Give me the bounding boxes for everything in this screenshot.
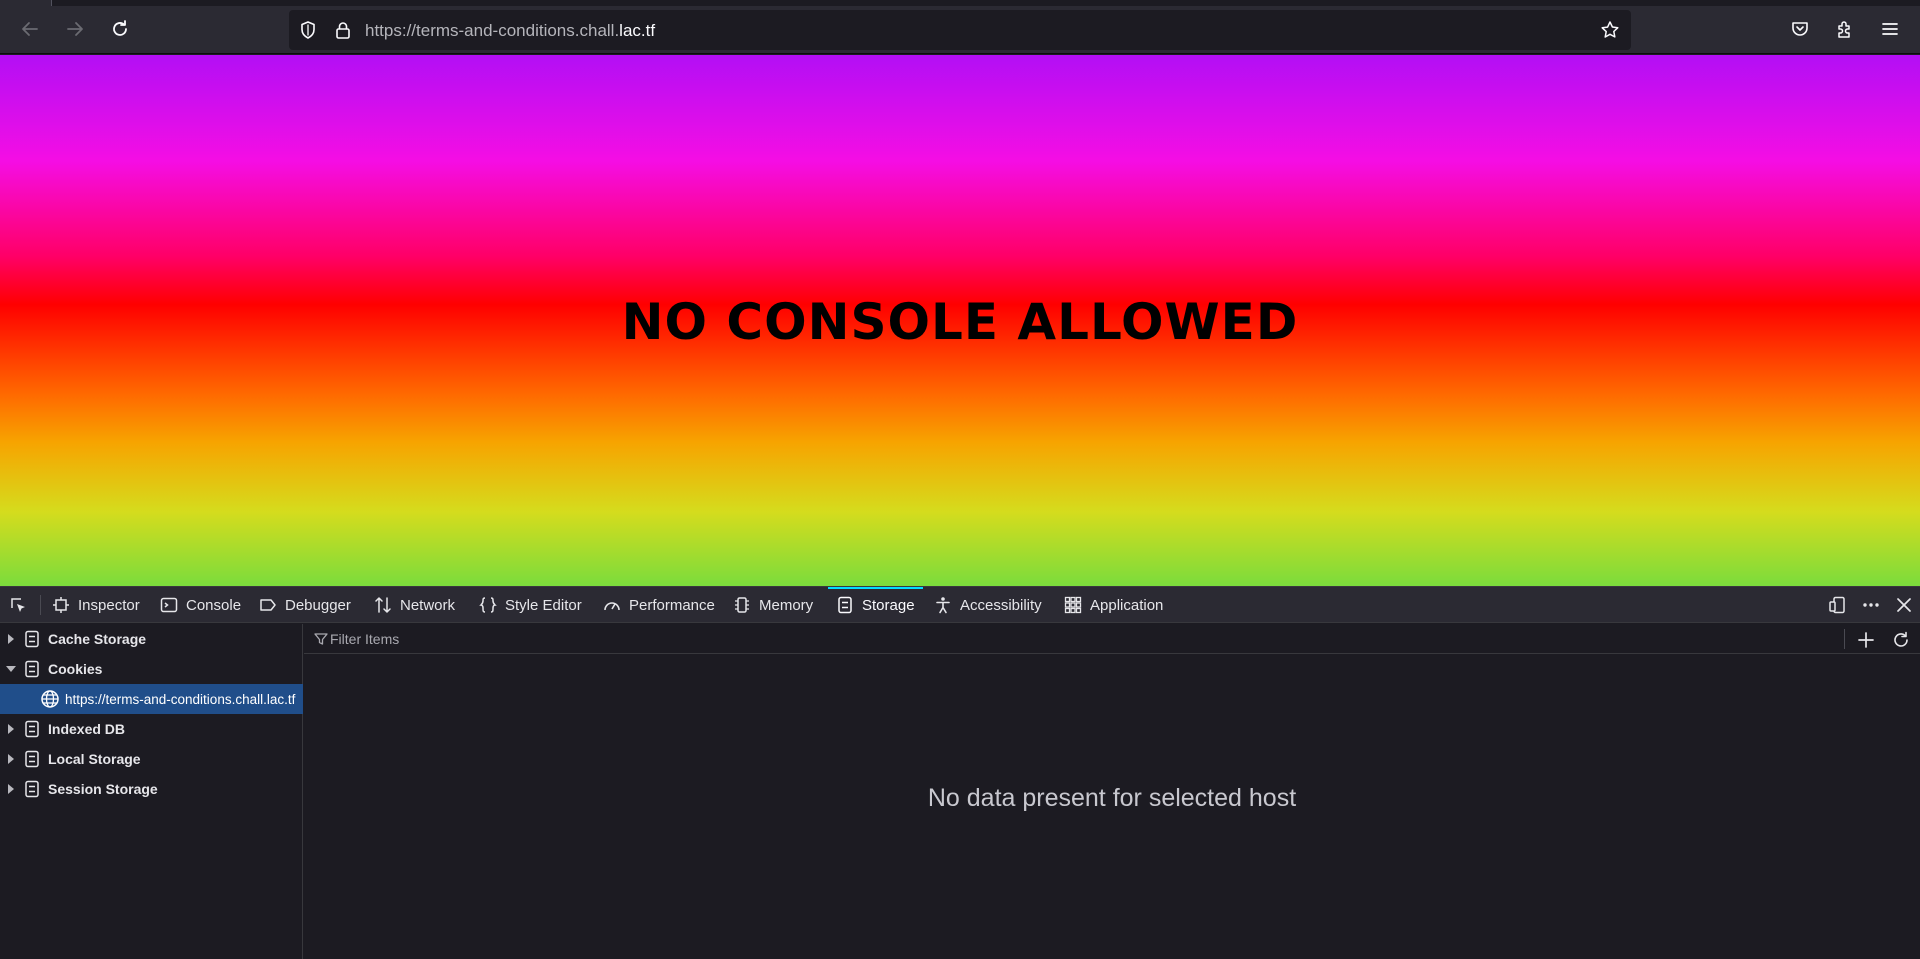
network-icon <box>375 597 391 613</box>
tab-style-editor[interactable]: Style Editor <box>479 587 582 623</box>
add-item-button[interactable] <box>1855 629 1877 651</box>
tab-console-label: Console <box>186 596 242 614</box>
tree-item-cookie-host[interactable]: https://terms-and-conditions.chall.lac.t… <box>0 684 303 714</box>
toolbar-separator <box>40 595 41 615</box>
memory-icon <box>735 597 749 613</box>
url-prefix: https://terms-and-conditions.chall. <box>365 21 620 40</box>
globe-icon <box>41 690 59 708</box>
shield-icon[interactable] <box>297 19 319 41</box>
tab-memory-label: Memory <box>759 596 814 614</box>
tree-item-label: Cache Storage <box>48 631 147 647</box>
more-options-icon <box>1863 603 1879 607</box>
tree-item-cookies[interactable]: Cookies <box>0 654 303 684</box>
tab-style-editor-label: Style Editor <box>505 596 582 614</box>
style-editor-icon <box>479 597 497 613</box>
devtools-tab-bar: Inspector Console Debugger Network Style… <box>0 587 1920 623</box>
tab-debugger[interactable]: Debugger <box>259 587 351 623</box>
tree-item-cache-storage[interactable]: Cache Storage <box>0 624 303 654</box>
tree-item-local-storage[interactable]: Local Storage <box>0 744 303 774</box>
extensions-icon <box>1838 21 1850 38</box>
lock-icon[interactable] <box>332 19 354 41</box>
storage-icon <box>25 720 39 738</box>
tree-item-label: Indexed DB <box>48 721 126 737</box>
chevron-down-icon[interactable] <box>6 664 16 674</box>
tab-application-label: Application <box>1090 596 1164 614</box>
storage-main-panel: No data present for selected host <box>304 624 1920 959</box>
pocket-button[interactable] <box>1784 13 1816 45</box>
element-picker-icon <box>11 598 25 612</box>
tab-network-label: Network <box>400 596 456 614</box>
tab-console[interactable]: Console <box>160 587 241 623</box>
browser-toolbar: https://terms-and-conditions.chall.lac.t… <box>0 6 1920 54</box>
console-icon <box>160 597 178 613</box>
menu-icon <box>1882 23 1898 35</box>
storage-icon <box>25 630 39 648</box>
reload-button[interactable] <box>104 13 136 45</box>
url-text[interactable]: https://terms-and-conditions.chall.lac.t… <box>365 21 655 41</box>
filter-items-input[interactable] <box>330 628 1830 650</box>
close-devtools-button[interactable] <box>1889 587 1919 623</box>
address-bar[interactable]: https://terms-and-conditions.chall.lac.t… <box>289 10 1631 50</box>
tree-item-label: Session Storage <box>48 781 158 797</box>
page-heading: NO CONSOLE ALLOWED <box>621 293 1299 351</box>
tab-accessibility[interactable]: Accessibility <box>934 587 1042 623</box>
storage-icon <box>25 780 39 798</box>
plus-icon <box>1858 632 1874 648</box>
chevron-right-icon[interactable] <box>6 724 16 734</box>
performance-icon <box>604 602 620 611</box>
chevron-right-icon[interactable] <box>6 634 16 644</box>
tab-debugger-label: Debugger <box>285 596 351 614</box>
storage-icon <box>25 750 39 768</box>
storage-sidebar: Cache Storage Cookies https://terms-and-… <box>0 624 303 959</box>
reload-icon <box>1894 631 1908 647</box>
tab-accessibility-label: Accessibility <box>960 596 1042 614</box>
chevron-right-icon[interactable] <box>6 784 16 794</box>
tab-storage[interactable]: Storage <box>828 587 923 623</box>
filter-bar <box>304 624 1920 654</box>
storage-icon <box>838 596 852 614</box>
chevron-right-icon[interactable] <box>6 754 16 764</box>
refresh-items-button[interactable] <box>1890 629 1912 651</box>
web-page-content: NO CONSOLE ALLOWED <box>0 55 1920 586</box>
tab-network[interactable]: Network <box>374 587 455 623</box>
empty-state-message: No data present for selected host <box>927 784 1297 812</box>
close-icon <box>1897 598 1911 612</box>
extensions-button[interactable] <box>1829 13 1861 45</box>
element-picker-button[interactable] <box>9 587 27 623</box>
filter-separator <box>1844 629 1845 649</box>
tab-application[interactable]: Application <box>1064 587 1163 623</box>
debugger-icon <box>260 599 276 611</box>
back-button[interactable] <box>14 13 46 45</box>
tab-memory[interactable]: Memory <box>733 587 813 623</box>
tab-storage-label: Storage <box>862 596 915 614</box>
tab-performance-label: Performance <box>629 596 715 614</box>
devtools-options-button[interactable] <box>1856 587 1886 623</box>
tab-inspector-label: Inspector <box>78 596 140 614</box>
application-icon <box>1064 596 1082 614</box>
filter-icon <box>314 633 328 645</box>
reload-icon <box>113 20 127 36</box>
bookmark-star-icon[interactable] <box>1599 19 1621 41</box>
inspector-icon <box>53 597 69 613</box>
tree-item-label: Local Storage <box>48 751 141 767</box>
forward-icon <box>67 22 83 36</box>
accessibility-icon <box>936 597 950 614</box>
tree-item-indexed-db[interactable]: Indexed DB <box>0 714 303 744</box>
app-menu-button[interactable] <box>1874 13 1906 45</box>
responsive-design-icon <box>1829 596 1845 614</box>
tree-item-session-storage[interactable]: Session Storage <box>0 774 303 804</box>
tab-inspector[interactable]: Inspector <box>52 587 140 623</box>
responsive-design-button[interactable] <box>1822 587 1852 623</box>
back-icon <box>22 22 38 36</box>
url-domain: lac.tf <box>619 21 656 40</box>
tree-item-label: Cookies <box>48 661 103 677</box>
devtools-panel: Inspector Console Debugger Network Style… <box>0 586 1920 959</box>
tree-item-label: https://terms-and-conditions.chall.lac.t… <box>65 691 296 707</box>
tab-performance[interactable]: Performance <box>603 587 715 623</box>
pocket-icon <box>1792 22 1808 36</box>
storage-icon <box>25 660 39 678</box>
forward-button[interactable] <box>59 13 91 45</box>
